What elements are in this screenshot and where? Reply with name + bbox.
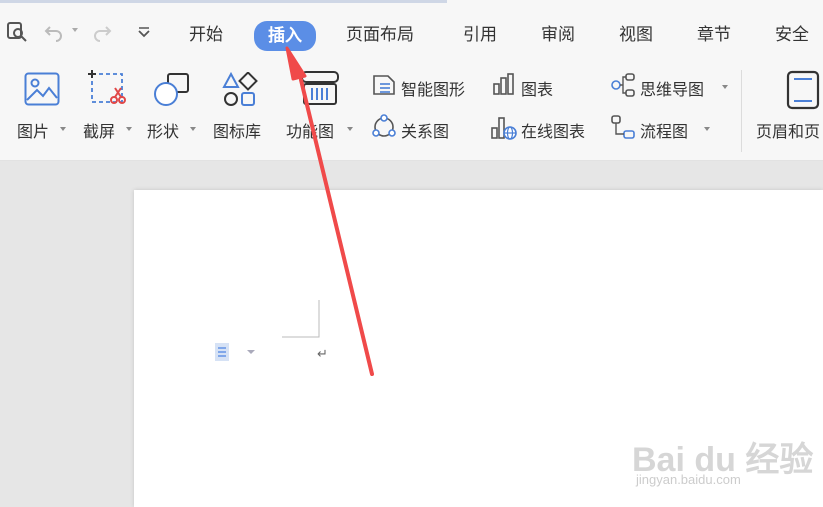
flowchart-icon (611, 115, 635, 139)
online-chart-label: 在线图表 (521, 122, 586, 141)
tab-view[interactable]: 视图 (619, 22, 653, 48)
shape-dropdown-icon[interactable] (190, 127, 196, 131)
tab-security[interactable]: 安全 (775, 22, 809, 48)
customize-quick-access-button[interactable] (134, 20, 154, 44)
print-preview-icon (7, 22, 27, 42)
shape-label: 形状 (147, 122, 180, 141)
ribbon-insert: 图片 截屏 形状 图标库 功能图 智能图形 关系图 图表 在线图表 思维导图 流… (0, 62, 823, 161)
header-footer-icon (786, 70, 820, 110)
margin-corner-mark (282, 300, 320, 338)
title-strip-accent (0, 0, 447, 3)
icon-library-label: 图标库 (213, 122, 262, 141)
customize-icon (138, 27, 150, 38)
tab-references[interactable]: 引用 (463, 22, 497, 48)
tab-sections[interactable]: 章节 (697, 22, 731, 48)
smart-graphic-icon (373, 75, 395, 95)
function-chart-label: 功能图 (286, 122, 335, 141)
tab-review[interactable]: 审阅 (541, 22, 575, 48)
tab-insert[interactable]: 插入 (254, 21, 316, 51)
undo-button[interactable] (42, 20, 66, 44)
online-chart-icon (491, 117, 517, 140)
header-footer-label: 页眉和页 (756, 122, 821, 141)
flowchart-dropdown-icon[interactable] (704, 127, 710, 131)
redo-icon (94, 26, 112, 42)
chart-icon (493, 73, 514, 95)
paragraph-options-icon[interactable] (209, 340, 259, 380)
menu-bar: 开始 插入 页面布局 引用 审阅 视图 章节 安全 (0, 6, 823, 62)
print-preview-button[interactable] (4, 20, 30, 44)
picture-dropdown-icon[interactable] (60, 127, 66, 131)
redo-button[interactable] (90, 20, 114, 44)
function-chart-dropdown-icon[interactable] (347, 127, 353, 131)
watermark-url: jingyan.baidu.com (636, 472, 741, 487)
tab-page-layout[interactable]: 页面布局 (346, 22, 414, 48)
shape-icon (154, 73, 189, 106)
undo-icon (44, 26, 62, 42)
chart-label: 图表 (521, 80, 554, 99)
mind-map-icon (611, 73, 635, 97)
icon-library-icon (222, 72, 258, 106)
smart-graphic-label: 智能图形 (401, 80, 466, 99)
tab-home[interactable]: 开始 (189, 22, 223, 48)
screenshot-label: 截屏 (83, 122, 116, 141)
mind-map-dropdown-icon[interactable] (722, 85, 728, 89)
function-chart-icon (301, 71, 339, 105)
paragraph-mark: ↵ (317, 347, 328, 362)
relation-chart-icon (372, 114, 396, 137)
flowchart-label: 流程图 (640, 122, 689, 141)
ribbon-separator (741, 70, 742, 152)
picture-icon (24, 72, 60, 106)
baidu-watermark: Bai du 经验 jingyan.baidu.com (632, 420, 813, 495)
mind-map-label: 思维导图 (640, 80, 705, 99)
screenshot-icon (88, 70, 126, 104)
picture-label: 图片 (17, 122, 50, 141)
relation-chart-label: 关系图 (401, 122, 450, 141)
undo-dropdown-icon[interactable] (72, 28, 78, 32)
screenshot-dropdown-icon[interactable] (126, 127, 132, 131)
